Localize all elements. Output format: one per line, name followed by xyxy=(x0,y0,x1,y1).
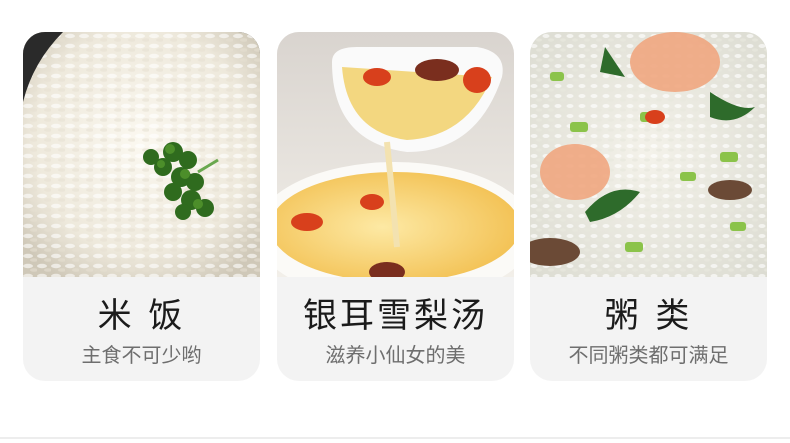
card-subtitle: 主食不可少哟 xyxy=(81,343,202,367)
food-card-soup[interactable]: 银耳雪梨汤 滋养小仙女的美 xyxy=(277,32,514,381)
card-title: 银耳雪梨汤 xyxy=(303,296,488,336)
card-title: 粥 类 xyxy=(604,296,693,336)
card-title: 米 饭 xyxy=(97,296,186,336)
rice-photo xyxy=(23,32,260,277)
card-subtitle: 滋养小仙女的美 xyxy=(325,343,466,367)
card-subtitle: 不同粥类都可满足 xyxy=(568,343,729,367)
bottom-divider xyxy=(0,437,790,439)
congee-photo xyxy=(530,32,767,277)
soup-photo xyxy=(277,32,514,277)
food-card-congee[interactable]: 粥 类 不同粥类都可满足 xyxy=(530,32,767,381)
food-card-rice[interactable]: 米 饭 主食不可少哟 xyxy=(23,32,260,381)
